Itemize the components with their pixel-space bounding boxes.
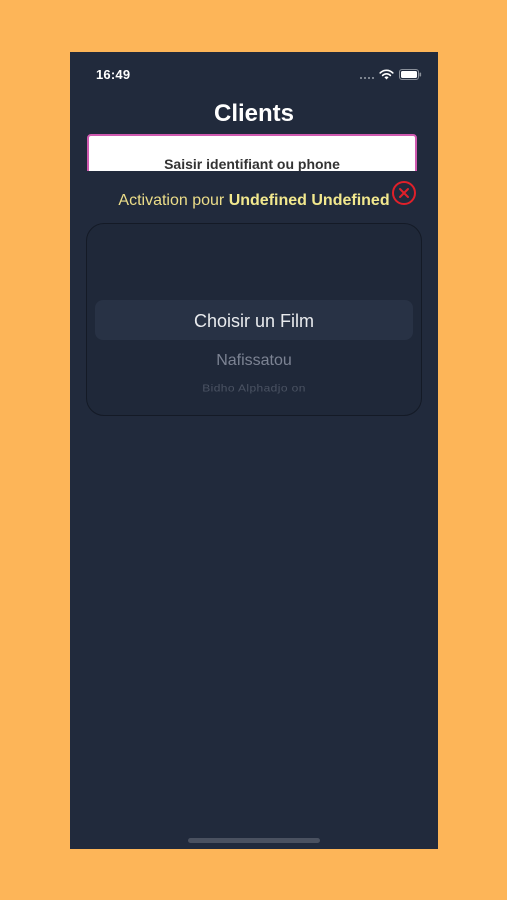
wifi-icon — [379, 69, 394, 80]
status-bar: 16:49 — [70, 52, 438, 96]
home-indicator — [188, 838, 320, 843]
search-box-overlay — [70, 171, 438, 183]
status-time: 16:49 — [96, 67, 131, 82]
cellular-signal-icon — [360, 69, 374, 79]
activation-label: Activation pour Undefined Undefined — [70, 192, 438, 210]
activation-prefix: Activation pour — [118, 192, 225, 209]
page-title: Clients — [213, 100, 294, 127]
picker-option[interactable]: Bidho Alphadjo on — [87, 382, 421, 394]
picker-option[interactable]: Nafissatou — [87, 352, 421, 370]
picker-selected-option[interactable]: Choisir un Film — [87, 311, 421, 332]
close-icon[interactable] — [391, 180, 417, 206]
film-picker[interactable]: Choisir un Film Nafissatou Bidho Alphadj… — [86, 223, 422, 416]
phone-screen: 16:49 Clients Saisir identifiant ou phon… — [70, 52, 438, 849]
status-icons — [360, 68, 422, 80]
battery-icon — [399, 68, 422, 80]
activation-client-name: Undefined Undefined — [228, 192, 390, 209]
